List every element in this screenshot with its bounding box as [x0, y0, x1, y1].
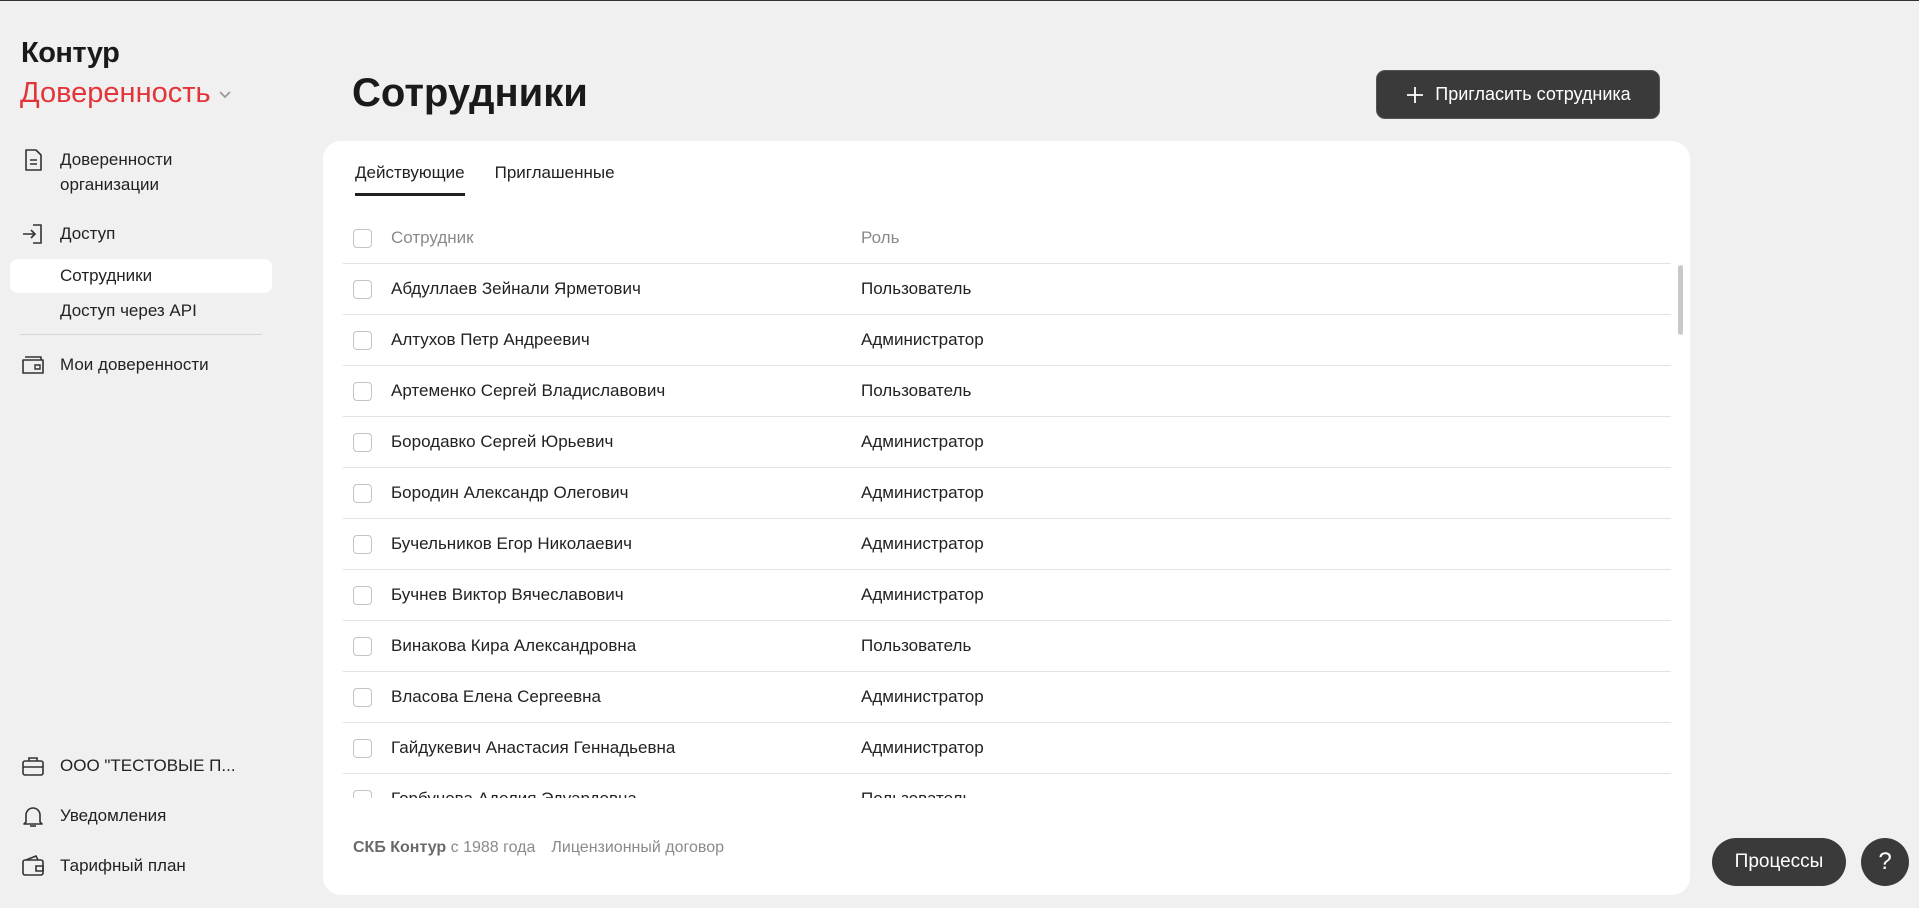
license-link[interactable]: Лицензионный договор — [551, 839, 724, 857]
employee-name: Бучельников Егор Николаевич — [391, 534, 633, 553]
employee-role: Администратор — [861, 432, 984, 451]
footer: СКБ Контур с 1988 года Лицензионный дого… — [353, 839, 724, 857]
invite-employee-button[interactable]: Пригласить сотрудника — [1376, 70, 1660, 119]
sidebar-item-my-powers[interactable]: Мои доверенности — [20, 352, 209, 378]
employee-role: Администратор — [861, 483, 984, 502]
table-row[interactable]: Артеменко Сергей Владиславович Пользовате… — [343, 366, 1671, 417]
help-button[interactable]: ? — [1861, 838, 1909, 886]
employee-name: Бучнев Виктор Вячеславович — [391, 585, 624, 604]
employee-role: Пользователь — [861, 789, 1671, 798]
employee-name: Винакова Кира Александровна — [391, 636, 637, 655]
scrollbar[interactable] — [1678, 265, 1683, 335]
row-checkbox[interactable] — [353, 789, 372, 798]
table-row[interactable]: Бородавко Сергей Юрьевич Администратор — [343, 417, 1671, 468]
column-header-role[interactable]: Роль — [861, 228, 1671, 248]
briefcase-icon — [22, 757, 44, 776]
table-row[interactable]: Бучнев Виктор Вячеславович Администратор — [343, 570, 1671, 621]
employee-name: Гайдукевич Анастасия Геннадьевна — [391, 738, 676, 757]
tab-invited[interactable]: Приглашенные — [495, 163, 615, 196]
document-icon — [25, 149, 42, 171]
invite-button-label: Пригласить сотрудника — [1435, 84, 1631, 104]
table-row[interactable]: Горбунова Аделия ЭдуардовнаПользователь — [343, 774, 1671, 798]
footer-brand-name: СКБ Контур — [353, 839, 447, 856]
wallet-icon — [22, 854, 44, 876]
page-title: Сотрудники — [352, 71, 588, 115]
table-row[interactable]: Алтухов Петр Андреевич Администратор — [343, 315, 1671, 366]
chevron-down-icon — [218, 90, 231, 98]
row-checkbox[interactable] — [353, 432, 372, 452]
table-row[interactable]: Бородин Александр Олегович Администратор — [343, 468, 1671, 519]
row-checkbox[interactable] — [353, 687, 372, 707]
sidebar-item-employees[interactable]: Сотрудники — [10, 259, 272, 293]
processes-button[interactable]: Процессы — [1712, 838, 1846, 886]
employee-role: Администратор — [861, 687, 984, 706]
product-switcher[interactable]: Доверенность — [20, 77, 233, 110]
table-body: Абдуллаев Зейнали Ярметович Пользователь А… — [343, 264, 1671, 798]
row-checkbox[interactable] — [353, 330, 372, 350]
folder-icon — [22, 356, 44, 374]
sidebar-item-label: ООО "ТЕСТОВЫЕ П... — [60, 756, 236, 775]
employee-role: Пользователь — [861, 279, 972, 298]
employee-role: Администратор — [861, 534, 984, 553]
row-checkbox[interactable] — [353, 279, 372, 299]
sidebar: Контур Доверенность Доверенности организ… — [0, 1, 290, 908]
bell-icon — [23, 807, 43, 827]
row-checkbox[interactable] — [353, 585, 372, 605]
employee-name: Горбунова Аделия Эдуардовна — [391, 789, 861, 798]
sidebar-item-org-powers[interactable]: Доверенности организации — [20, 147, 200, 197]
sidebar-item-label: Тарифный план — [60, 856, 186, 875]
employee-role: Администратор — [861, 330, 984, 349]
employee-name: Бородин Александр Олегович — [391, 483, 629, 502]
sidebar-item-label: Уведомления — [60, 806, 167, 825]
table-row[interactable]: Винакова Кира Александровна Пользователь — [343, 621, 1671, 672]
plus-icon — [1407, 86, 1424, 103]
footer-since: с 1988 года — [450, 839, 536, 856]
employee-role: Администратор — [861, 738, 984, 757]
sidebar-item-label: Доверенности организации — [60, 150, 173, 194]
employee-role: Администратор — [861, 585, 984, 604]
employee-name: Алтухов Петр Андреевич — [391, 330, 590, 349]
tab-active[interactable]: Действующие — [355, 163, 465, 196]
employees-table: Сотрудник Роль Абдуллаев Зейнали Ярметов… — [343, 213, 1671, 798]
row-checkbox[interactable] — [353, 483, 372, 503]
row-checkbox[interactable] — [353, 636, 372, 656]
employee-role: Пользователь — [861, 636, 972, 655]
row-checkbox[interactable] — [353, 381, 372, 401]
column-header-employee[interactable]: Сотрудник — [391, 228, 861, 248]
sidebar-item-tariff[interactable]: Тарифный план — [20, 853, 186, 879]
sidebar-item-organization[interactable]: ООО "ТЕСТОВЫЕ П... — [20, 753, 236, 779]
sidebar-item-label: Мои доверенности — [60, 355, 209, 374]
table-row[interactable]: Бучельников Егор Николаевич Администратор — [343, 519, 1671, 570]
table-row[interactable]: Абдуллаев Зейнали Ярметович Пользователь — [343, 264, 1671, 315]
employee-role: Пользователь — [861, 381, 972, 400]
row-checkbox[interactable] — [353, 738, 372, 758]
employee-name: Бородавко Сергей Юрьевич — [391, 432, 614, 451]
footer-brand: СКБ Контур с 1988 года — [353, 839, 535, 857]
table-row[interactable]: Гайдукевич Анастасия Геннадьевна Админист… — [343, 723, 1671, 774]
employees-card: Действующие Приглашенные Сотрудник Роль … — [323, 141, 1690, 895]
employee-name: Артеменко Сергей Владиславович — [391, 381, 666, 400]
table-row[interactable]: Власова Елена Сергеевна Администратор — [343, 672, 1671, 723]
sidebar-divider — [20, 334, 262, 335]
sidebar-item-label: Доступ — [60, 224, 116, 243]
product-name: Доверенность — [20, 77, 211, 109]
sidebar-item-api-access[interactable]: Доступ через API — [10, 294, 272, 328]
select-all-checkbox[interactable] — [353, 228, 372, 248]
employee-name: Власова Елена Сергеевна — [391, 687, 601, 706]
sidebar-item-access[interactable]: Доступ — [20, 221, 115, 247]
sidebar-item-notifications[interactable]: Уведомления — [20, 803, 166, 829]
table-header: Сотрудник Роль — [343, 213, 1671, 264]
tabs: Действующие Приглашенные — [355, 163, 615, 196]
kontur-logo[interactable]: Контур — [21, 37, 120, 70]
employee-name: Абдуллаев Зейнали Ярметович — [391, 279, 641, 298]
login-icon — [23, 224, 42, 244]
row-checkbox[interactable] — [353, 534, 372, 554]
